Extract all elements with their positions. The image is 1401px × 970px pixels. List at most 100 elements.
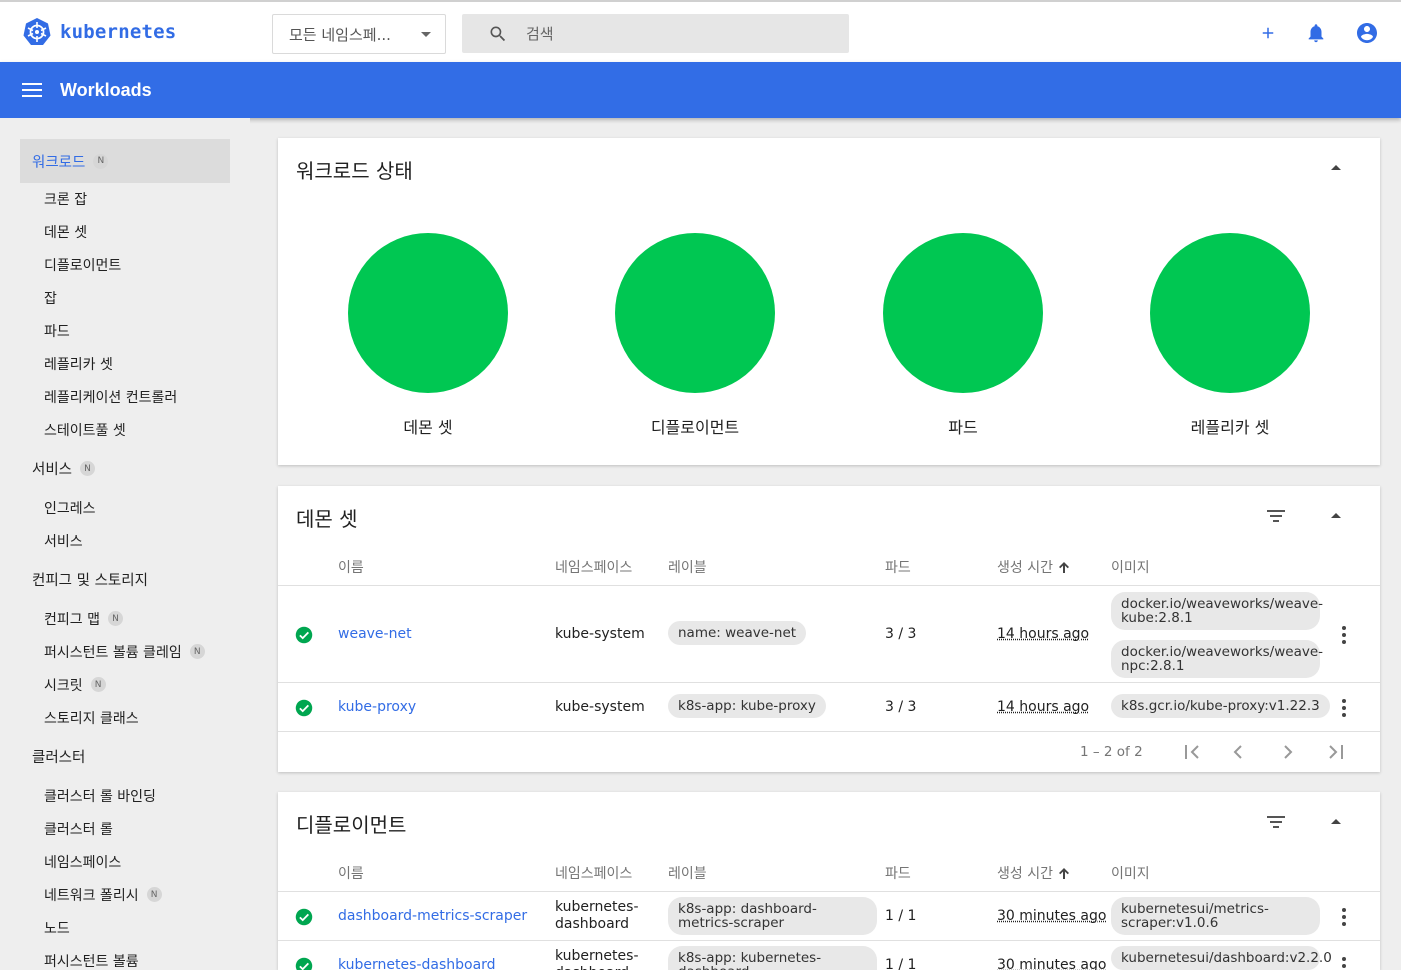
column-header-namespace: 네임스페이스: [555, 863, 632, 883]
divider: [278, 891, 1380, 892]
next-page-icon[interactable]: [1281, 744, 1295, 760]
sidebar-item-replicationcontrollers[interactable]: 레플리케이션 컨트롤러: [20, 380, 230, 413]
prev-page-icon[interactable]: [1231, 744, 1245, 760]
label-chip: name: weave-net: [668, 621, 806, 645]
sidebar-item-storageclasses[interactable]: 스토리지 클래스: [20, 701, 230, 734]
add-icon[interactable]: [1259, 24, 1277, 42]
sidebar-item-secrets[interactable]: 시크릿 N: [20, 668, 230, 701]
sidebar-item-ingresses[interactable]: 인그레스: [20, 491, 230, 524]
check-circle-icon: [295, 957, 313, 970]
sidebar-item-label: 서비스: [32, 458, 72, 479]
sidebar-item-label: 노드: [44, 918, 70, 938]
status-chart-replicasets[interactable]: [1150, 233, 1310, 393]
card-title: 데몬 셋: [296, 503, 358, 532]
status-label: 레플리카 셋: [1130, 414, 1330, 438]
status-chart-deployments[interactable]: [615, 233, 775, 393]
column-header-pods: 파드: [885, 557, 911, 577]
more-vert-icon[interactable]: [1342, 699, 1346, 717]
status-label: 데몬 셋: [328, 414, 528, 438]
column-header-created-label: 생성 시간: [997, 557, 1053, 577]
pods-cell: 3 / 3: [885, 626, 916, 642]
deployment-name-link[interactable]: kubernetes-dashboard: [338, 957, 496, 970]
last-page-icon[interactable]: [1327, 744, 1345, 760]
chevron-up-icon[interactable]: [1331, 165, 1341, 170]
sidebar-item-pvcs[interactable]: 퍼시스턴트 볼륨 클레임 N: [20, 635, 230, 668]
namespace-select[interactable]: 모든 네임스페...: [272, 14, 446, 54]
chevron-down-icon: [421, 32, 431, 37]
sidebar-item-statefulsets[interactable]: 스테이트풀 셋: [20, 413, 230, 446]
sidebar-item-jobs[interactable]: 잡: [20, 281, 230, 314]
sidebar-item-label: 컨피그 및 스토리지: [32, 569, 148, 590]
sidebar-item-networkpolicies[interactable]: 네트워크 폴리시 N: [20, 878, 230, 911]
pods-cell: 1 / 1: [885, 908, 916, 924]
column-header-labels: 레이블: [668, 557, 707, 577]
filter-icon[interactable]: [1266, 508, 1286, 524]
status-chart-pods[interactable]: [883, 233, 1043, 393]
sidebar-item-service-group[interactable]: 서비스 N: [20, 452, 230, 485]
column-header-created[interactable]: 생성 시간: [997, 557, 1070, 577]
namespaced-badge: N: [147, 887, 162, 902]
top-actions: [1259, 21, 1379, 45]
column-header-created-label: 생성 시간: [997, 863, 1053, 883]
sidebar-item-label: 파드: [44, 321, 70, 341]
more-vert-icon[interactable]: [1342, 626, 1346, 644]
column-header-namespace: 네임스페이스: [555, 557, 632, 577]
sidebar-item-label: 클러스터 롤 바인딩: [44, 786, 156, 806]
more-vert-icon[interactable]: [1342, 957, 1346, 970]
column-header-name[interactable]: 이름: [338, 863, 364, 883]
daemonsets-card: 데몬 셋 이름 네임스페이스 레이블 파드 생성 시간 이미지 weave-ne…: [278, 486, 1380, 772]
account-icon[interactable]: [1355, 21, 1379, 45]
sidebar-item-services[interactable]: 서비스: [20, 524, 230, 557]
sidebar-item-namespaces[interactable]: 네임스페이스: [20, 845, 230, 878]
sidebar-item-pods[interactable]: 파드: [20, 314, 230, 347]
notifications-icon[interactable]: [1305, 22, 1327, 44]
sidebar-item-clusterroles[interactable]: 클러스터 롤: [20, 812, 230, 845]
more-vert-icon[interactable]: [1342, 908, 1346, 926]
check-circle-icon: [295, 699, 313, 717]
sidebar-item-label: 레플리카 셋: [44, 354, 113, 374]
image-chip: kubernetesui/dashboard:v2.2.0: [1111, 946, 1320, 970]
status-label: 파드: [863, 414, 1063, 438]
chevron-up-icon[interactable]: [1331, 819, 1341, 824]
daemonset-name-link[interactable]: weave-net: [338, 626, 412, 642]
menu-icon[interactable]: [22, 82, 42, 98]
search-box[interactable]: [462, 14, 849, 53]
daemonset-name-link[interactable]: kube-proxy: [338, 699, 416, 715]
sidebar-item-cronjobs[interactable]: 크론 잡: [20, 182, 230, 215]
check-circle-icon: [295, 908, 313, 926]
sidebar-item-persistentvolumes[interactable]: 퍼시스턴트 볼륨: [20, 944, 230, 970]
column-header-name[interactable]: 이름: [338, 557, 364, 577]
sidebar-item-label: 시크릿: [44, 675, 83, 695]
sidebar-item-replicasets[interactable]: 레플리카 셋: [20, 347, 230, 380]
label-chip: k8s-app: kube-proxy: [668, 694, 826, 718]
search-input[interactable]: [526, 25, 826, 43]
arrow-up-icon: [1058, 867, 1070, 880]
created-cell: 30 minutes ago: [997, 957, 1106, 970]
sidebar-item-clusterrolebindings[interactable]: 클러스터 롤 바인딩: [20, 779, 230, 812]
sidebar-item-label: 워크로드: [32, 151, 85, 172]
first-page-icon[interactable]: [1183, 744, 1201, 760]
sidebar-item-daemonsets[interactable]: 데몬 셋: [20, 215, 230, 248]
kubernetes-logo[interactable]: kubernetes: [22, 17, 176, 47]
image-chip: kubernetesui/metrics-scraper:v1.0.6: [1111, 897, 1320, 935]
created-cell: 30 minutes ago: [997, 908, 1106, 924]
divider: [278, 940, 1380, 941]
filter-icon[interactable]: [1266, 814, 1286, 830]
sidebar-item-config-storage[interactable]: 컨피그 및 스토리지: [20, 563, 230, 596]
namespaced-badge: N: [190, 644, 205, 659]
deployment-name-link[interactable]: dashboard-metrics-scraper: [338, 908, 527, 924]
sidebar-item-label: 네트워크 폴리시: [44, 885, 139, 905]
sidebar-item-cluster[interactable]: 클러스터: [20, 740, 230, 773]
sidebar-item-deployments[interactable]: 디플로이먼트: [20, 248, 230, 281]
chevron-up-icon[interactable]: [1331, 513, 1341, 518]
workload-status-card: 워크로드 상태 데몬 셋 디플로이먼트 파드 레플리카 셋: [278, 138, 1380, 465]
sidebar-item-workloads[interactable]: 워크로드 N: [20, 139, 230, 183]
column-header-created[interactable]: 생성 시간: [997, 863, 1070, 883]
sidebar-item-configmaps[interactable]: 컨피그 맵 N: [20, 602, 230, 635]
sidebar-item-label: 스토리지 클래스: [44, 708, 139, 728]
created-cell: 14 hours ago: [997, 626, 1089, 642]
card-title: 디플로이먼트: [296, 809, 406, 838]
status-chart-daemonsets[interactable]: [348, 233, 508, 393]
sidebar-item-label: 크론 잡: [44, 189, 87, 209]
sidebar-item-nodes[interactable]: 노드: [20, 911, 230, 944]
